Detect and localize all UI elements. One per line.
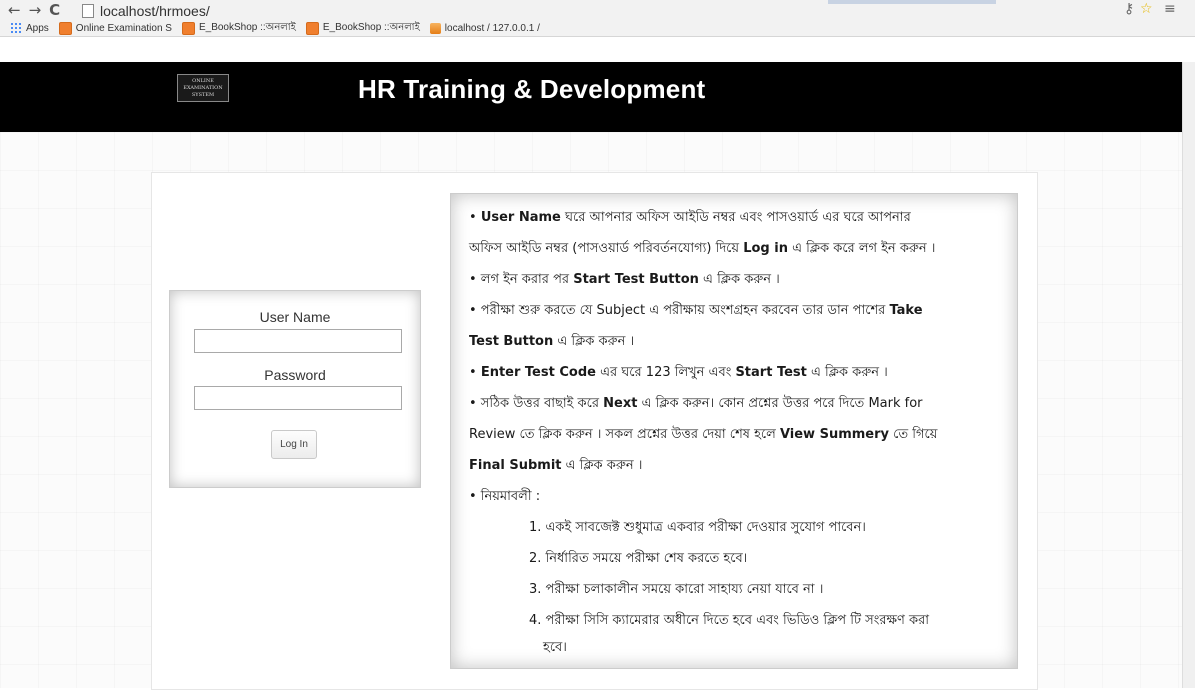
page-title: HR Training & Development [358,74,706,104]
rule-1: 1. একই সাবজেক্ট শুধুমাত্র একবার পরীক্ষা … [529,520,866,535]
instruction-line-1: • User Name ঘরে আপনার অফিস আইডি নম্বর এব… [469,210,911,225]
login-button[interactable]: Log In [271,430,317,459]
username-label: User Name [259,309,331,325]
password-label: Password [264,367,326,383]
bookmark-icon [58,21,72,35]
phpmyadmin-icon [429,22,441,34]
star-icon[interactable]: ☆ [1140,1,1153,17]
bookmarks-bar: Apps Online Examination S E_BookShop ::অ… [0,20,1195,36]
instruction-line-2: অফিস আইডি নম্বর (পাসওয়ার্ড পরিবর্তনযোগ্… [469,241,936,256]
password-input[interactable] [194,386,402,410]
menu-icon[interactable]: ≡ [1164,1,1176,17]
instruction-line-4: • পরীক্ষা শুরু করতে যে Subject এ পরীক্ষা… [469,303,923,318]
bookmark-localhost[interactable]: localhost / 127.0.0.1 / [429,22,540,34]
instruction-line-5: Test Button এ ক্লিক করুন । [469,334,635,349]
instruction-line-9: Final Submit এ ক্লিক করুন । [469,458,643,473]
reload-icon[interactable]: C [49,0,60,20]
bookmark-online-examination[interactable]: Online Examination S [58,21,172,35]
instructions-panel: • User Name ঘরে আপনার অফিস আইডি নম্বর এব… [450,193,1018,669]
bookmark-icon [305,21,319,35]
browser-chrome: ← → C localhost/hrmoes/ ⚷ ☆ ≡ Apps Onlin… [0,0,1195,37]
page-icon [82,3,94,18]
instruction-line-7: • সঠিক উত্তর বাছাই করে Next এ ক্লিক করুন… [469,396,923,411]
username-input[interactable] [194,329,402,353]
login-form: User Name Password Log In [169,290,421,488]
rule-3: 3. পরীক্ষা চলাকালীন সময়ে কারো সাহায্য ন… [529,582,824,597]
address-bar[interactable]: localhost/hrmoes/ [82,2,210,19]
bookmark-ebookshop-1[interactable]: E_BookShop ::অনলাই [181,20,296,37]
back-arrow-icon[interactable]: ← [8,0,21,20]
bookmark-ebookshop-2[interactable]: E_BookShop ::অনলাই [305,20,420,37]
scrollbar[interactable] [1182,62,1195,688]
site-logo: ONLINE EXAMINATION SYSTEM [177,74,229,102]
instruction-line-8: Review তে ক্লিক করুন । সকল প্রশ্নের উত্ত… [469,427,938,442]
url-text[interactable]: localhost/hrmoes/ [100,3,210,19]
rules-heading: • নিয়মাবলী : [469,489,541,504]
key-icon[interactable]: ⚷ [1124,1,1134,17]
apps-icon [10,22,22,34]
rule-4-continued: হবে। [543,640,567,655]
bookmark-apps[interactable]: Apps [10,22,49,34]
rule-4: 4. পরীক্ষা সিসি ক্যামেরার অধীনে দিতে হবে… [529,613,930,628]
instruction-line-6: • Enter Test Code এর ঘরে 123 লিখুন এবং S… [469,365,888,380]
forward-arrow-icon[interactable]: → [29,0,42,20]
rule-2: 2. নির্ধারিত সময়ে পরীক্ষা শেষ করতে হবে। [529,551,748,566]
instruction-line-3: • লগ ইন করার পর Start Test Button এ ক্লি… [469,272,780,287]
bookmark-icon [181,21,195,35]
